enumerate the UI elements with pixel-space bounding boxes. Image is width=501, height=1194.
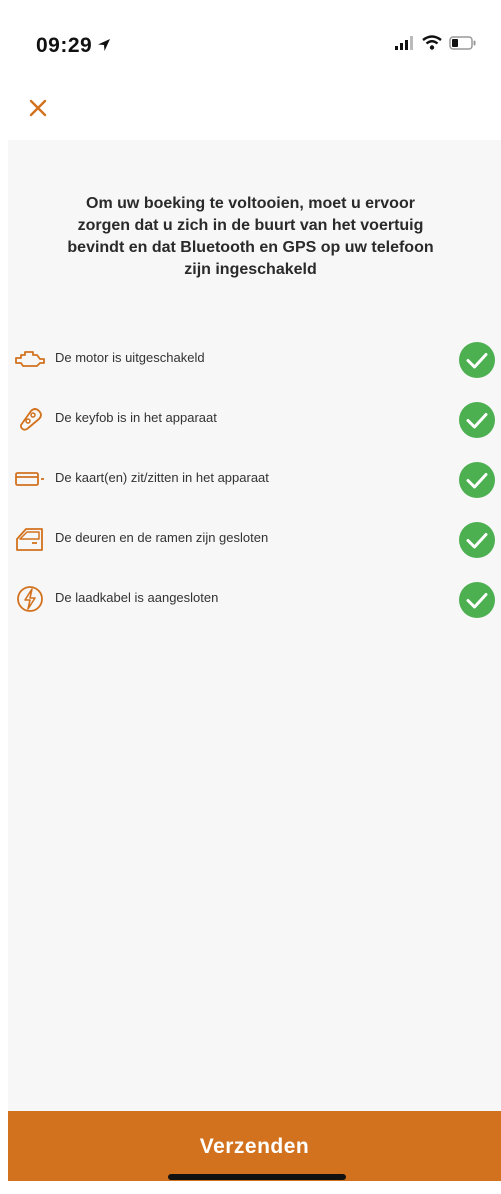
card-icon (15, 472, 44, 486)
check-icon (459, 522, 495, 558)
checklist-item-label: De kaart(en) zit/zitten in het apparaat (55, 470, 269, 485)
checklist: De motor is uitgeschakeld De keyfob is i… (0, 330, 501, 630)
status-icons (395, 35, 477, 50)
check-icon (459, 402, 495, 438)
close-icon (29, 99, 47, 117)
left-edge (0, 0, 8, 1194)
charging-icon (17, 586, 43, 612)
status-time: 09:29 (36, 34, 93, 57)
bottom-safe-area (0, 1181, 501, 1194)
checklist-item-charging: De laadkabel is aangesloten (0, 570, 501, 630)
wifi-icon (422, 35, 442, 50)
submit-button[interactable]: Verzenden (8, 1111, 501, 1181)
checklist-item-label: De keyfob is in het apparaat (55, 410, 217, 425)
checklist-item-label: De deuren en de ramen zijn gesloten (55, 530, 269, 545)
checklist-item-engine: De motor is uitgeschakeld (0, 330, 501, 390)
checklist-item-label: De laadkabel is aangesloten (55, 590, 219, 605)
instruction-text: Om uw boeking te voltooien, moet u ervoo… (67, 195, 434, 278)
check-icon (459, 462, 495, 498)
checklist-item-keyfob: De keyfob is in het apparaat (0, 390, 501, 450)
checklist-item-label: De motor is uitgeschakeld (55, 350, 205, 365)
home-indicator[interactable] (168, 1174, 346, 1180)
signal-icon (395, 35, 413, 50)
check-icon (459, 342, 495, 378)
check-icon (459, 582, 495, 618)
checklist-item-doors: De deuren en de ramen zijn gesloten (0, 510, 501, 570)
status-bar: 09:29 (0, 0, 501, 80)
close-button[interactable] (22, 92, 54, 124)
keyfob-icon (20, 408, 42, 431)
engine-icon (15, 351, 45, 367)
nav-bar (0, 80, 501, 140)
door-icon (16, 528, 43, 551)
location-arrow-icon (98, 39, 110, 51)
checklist-item-card: De kaart(en) zit/zitten in het apparaat (0, 450, 501, 510)
app-screen: 09:29 Om uw boeking te voltooien, moet u… (0, 0, 501, 1194)
battery-icon (449, 35, 476, 50)
